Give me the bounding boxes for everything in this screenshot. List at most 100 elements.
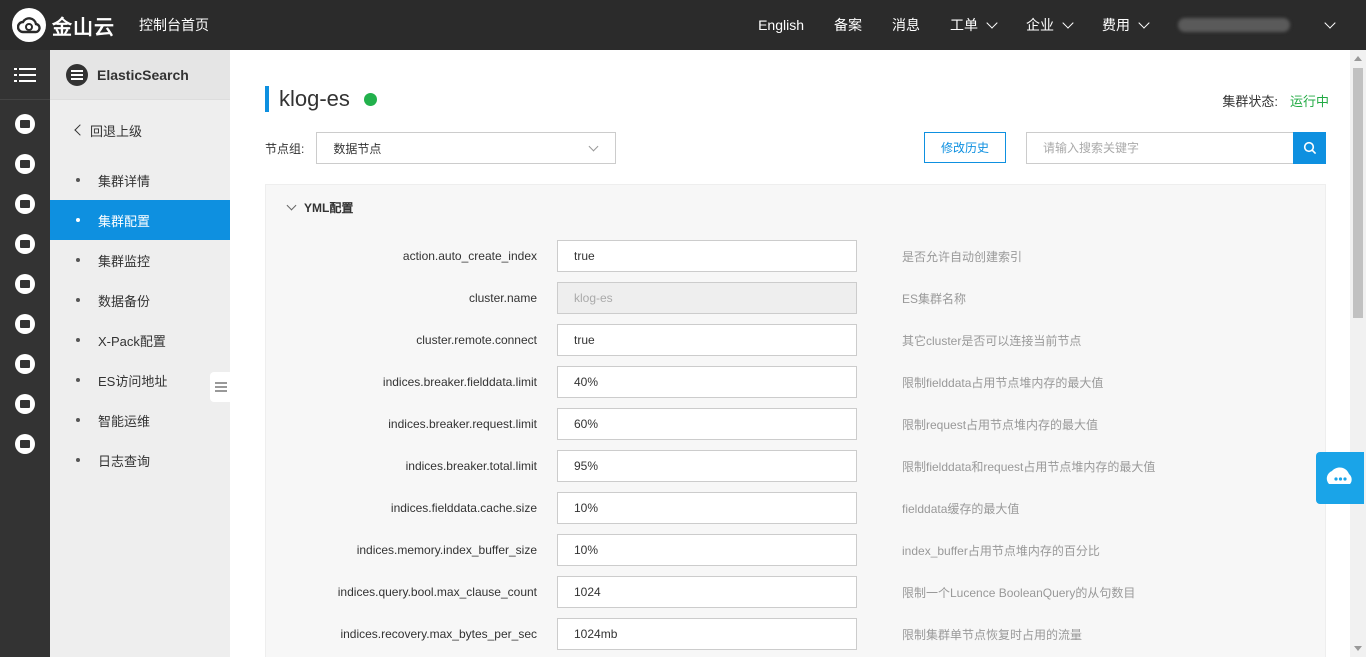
config-description: 限制request占用节点堆内存的最大值: [902, 417, 1099, 432]
nav-messages-label: 消息: [892, 17, 920, 33]
page-scrollbar[interactable]: [1350, 50, 1366, 657]
config-value-input[interactable]: true: [557, 324, 857, 356]
top-nav-menu: English 备案 消息 工单 企业 费用: [758, 0, 1366, 50]
sidebar-item-xpack-config[interactable]: X-Pack配置: [50, 320, 230, 360]
config-key-label: cluster.remote.connect: [416, 333, 537, 347]
rail-idcard[interactable]: [0, 424, 50, 464]
config-value-input[interactable]: true: [557, 240, 857, 272]
user-account-name[interactable]: [1178, 18, 1290, 32]
cluster-status-value: 运行中: [1289, 94, 1329, 109]
sidebar-collapse-toggle[interactable]: [210, 372, 232, 402]
config-value-input[interactable]: 10%: [557, 534, 857, 566]
sidebar-item-label: 数据备份: [98, 293, 151, 309]
config-description: index_buffer占用节点堆内存的百分比: [902, 543, 1100, 558]
product-icon-rail: [0, 50, 50, 657]
config-value-input[interactable]: 40%: [557, 366, 857, 398]
config-description: 限制一个Lucence BooleanQuery的从句数目: [902, 585, 1136, 600]
mail-icon: [15, 394, 35, 414]
config-value-input[interactable]: 1024: [557, 576, 857, 608]
node-group-select[interactable]: 数据节点: [316, 132, 617, 164]
rail-server[interactable]: [0, 144, 50, 184]
menu-toggle-button[interactable]: [0, 50, 50, 100]
layers-icon: [15, 314, 35, 334]
rail-mail[interactable]: [0, 384, 50, 424]
yml-section-title: YML配置: [304, 201, 354, 215]
back-link[interactable]: 回退上级: [50, 100, 230, 160]
config-value-input[interactable]: 95%: [557, 450, 857, 482]
nav-messages[interactable]: 消息: [892, 15, 920, 35]
config-key-label: cluster.name: [468, 291, 537, 305]
bullet-icon: [76, 298, 80, 302]
rail-storage[interactable]: [0, 264, 50, 304]
sidebar-item-label: 集群详情: [98, 173, 151, 189]
config-description: 限制fielddata占用节点堆内存的最大值: [902, 375, 1104, 390]
rail-layers[interactable]: [0, 304, 50, 344]
nav-enterprise[interactable]: 企业: [1026, 15, 1074, 35]
back-link-label: 回退上级: [90, 123, 143, 139]
sidebar-item-label: X-Pack配置: [98, 333, 166, 349]
search-icon: [1303, 141, 1316, 155]
config-value-input: klog-es: [557, 282, 857, 314]
rail-database[interactable]: [0, 104, 50, 144]
product-sidebar: ElasticSearch 回退上级 集群详情 集群配置 集群监控 数据备份 X…: [50, 50, 230, 657]
config-key-label: indices.breaker.fielddata.limit: [382, 375, 537, 389]
nav-english[interactable]: English: [758, 17, 804, 33]
sidebar-item-data-backup[interactable]: 数据备份: [50, 280, 230, 320]
config-row: indices.breaker.total.limit 95% 限制fielddat…: [266, 445, 1325, 487]
bullet-icon: [76, 338, 80, 342]
search-input[interactable]: [1026, 132, 1293, 164]
nav-billing[interactable]: 费用: [1102, 15, 1150, 35]
sidebar-item-log-query[interactable]: 日志查询: [50, 440, 230, 480]
page-title: klog-es: [279, 86, 350, 111]
nav-english-label: English: [758, 17, 804, 33]
status-indicator-icon: [363, 92, 377, 106]
rail-upload[interactable]: [0, 344, 50, 384]
sidebar-item-label: ES访问地址: [98, 373, 168, 389]
sidebar-item-cluster-monitor[interactable]: 集群监控: [50, 240, 230, 280]
bullet-icon: [76, 218, 80, 222]
page-title-row: klog-es: [265, 86, 377, 112]
main-content: klog-es 集群状态: 运行中 节点组: 数据节点 修改历史 YML配置 ac…: [230, 50, 1350, 657]
title-accent-bar: [265, 86, 269, 112]
nav-beian-label: 备案: [834, 17, 862, 33]
scroll-down-arrow-icon[interactable]: [1354, 646, 1362, 651]
chevron-down-icon: [986, 17, 998, 29]
search-button[interactable]: [1293, 132, 1326, 164]
sidebar-item-label: 日志查询: [98, 453, 151, 469]
cloud-icon: [15, 234, 35, 254]
console-home-link[interactable]: 控制台首页: [139, 15, 209, 35]
menu-icon: [14, 67, 36, 82]
config-key-label: indices.memory.index_buffer_size: [356, 543, 537, 557]
config-key-label: indices.query.bool.max_clause_count: [337, 585, 537, 599]
scroll-up-arrow-icon[interactable]: [1354, 56, 1362, 61]
cloud-upload-icon: [15, 354, 35, 374]
sidebar-item-cluster-detail[interactable]: 集群详情: [50, 160, 230, 200]
config-value-input[interactable]: 10%: [557, 492, 857, 524]
config-value-input[interactable]: 60%: [557, 408, 857, 440]
config-value-input[interactable]: 1024mb: [557, 618, 857, 650]
database-icon: [15, 114, 35, 134]
rail-network[interactable]: [0, 184, 50, 224]
user-menu-chevron-icon[interactable]: [1324, 17, 1336, 29]
chevron-left-icon: [74, 124, 86, 136]
sidebar-item-cluster-config[interactable]: 集群配置: [50, 200, 230, 240]
customer-service-button[interactable]: [1316, 452, 1364, 504]
node-group-selected-value: 数据节点: [333, 141, 382, 156]
sidebar-item-es-access[interactable]: ES访问地址: [50, 360, 230, 400]
chevron-down-icon: [1062, 17, 1074, 29]
yml-section-toggle[interactable]: YML配置: [286, 199, 354, 216]
chevron-down-icon: [1138, 17, 1150, 29]
sidebar-item-label: 集群配置: [98, 213, 151, 229]
config-key-label: indices.breaker.request.limit: [388, 417, 537, 431]
cluster-status: 集群状态: 运行中: [1222, 91, 1329, 110]
storage-icon: [15, 274, 35, 294]
config-list: action.auto_create_index true 是否允许自动创建索引 cl…: [266, 235, 1325, 655]
chevron-down-icon: [588, 141, 599, 152]
scroll-thumb[interactable]: [1353, 68, 1363, 318]
rail-cloud[interactable]: [0, 224, 50, 264]
modify-history-button[interactable]: 修改历史: [924, 132, 1006, 163]
nav-tickets[interactable]: 工单: [950, 15, 998, 35]
sidebar-item-smart-ops[interactable]: 智能运维: [50, 400, 230, 440]
nav-beian[interactable]: 备案: [834, 15, 862, 35]
brand-logo[interactable]: 金山云: [12, 8, 115, 42]
